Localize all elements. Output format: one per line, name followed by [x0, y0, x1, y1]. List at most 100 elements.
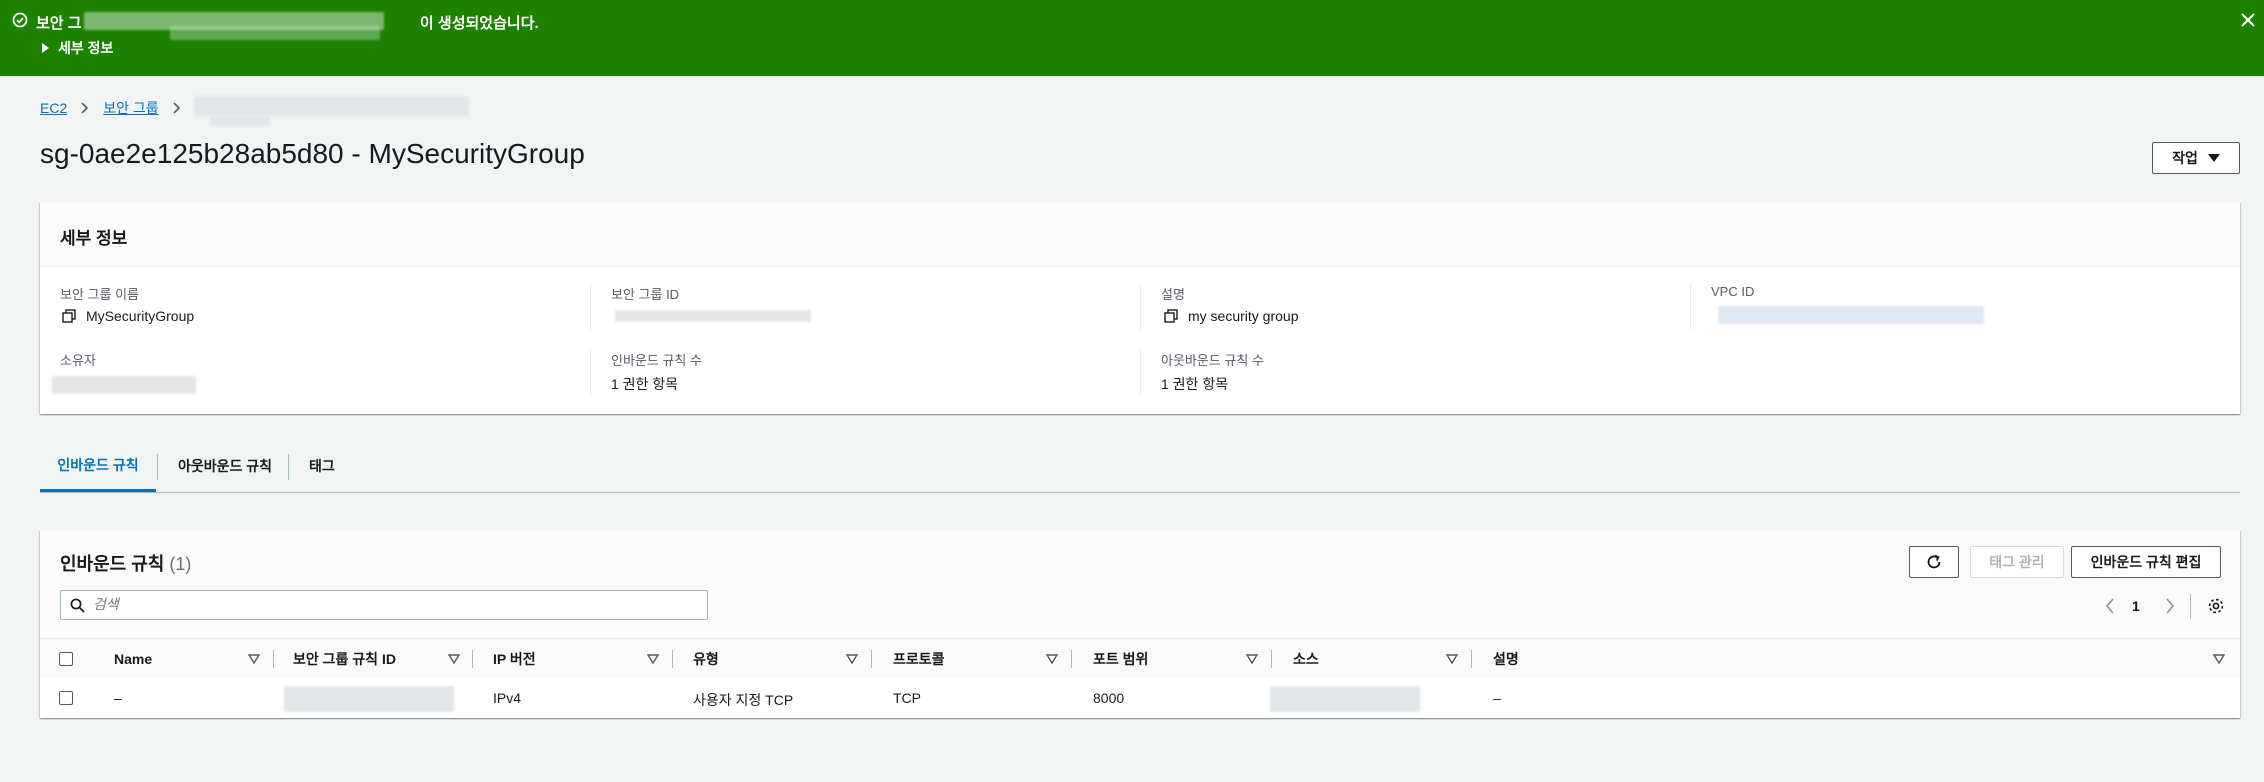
- tab-inbound-rules[interactable]: 인바운드 규칙: [40, 440, 156, 492]
- manage-tags-button[interactable]: 태그 관리: [1970, 546, 2064, 578]
- success-check-icon: [12, 12, 28, 28]
- sg-name-text: MySecurityGroup: [86, 308, 195, 324]
- description-label: 설명: [1161, 287, 1185, 302]
- refresh-button[interactable]: [1909, 546, 1959, 578]
- tab-outbound-rules[interactable]: 아웃바운드 규칙: [178, 440, 272, 492]
- description-value: my security group: [1164, 308, 1298, 324]
- column-header-name[interactable]: Name: [114, 639, 152, 679]
- pager-divider: [2190, 594, 2191, 618]
- details-panel-header: 세부 정보: [40, 202, 2240, 267]
- flash-details-toggle[interactable]: 세부 정보: [40, 38, 113, 58]
- column-separator: [672, 650, 673, 668]
- column-divider: [590, 284, 591, 330]
- flash-message-start: 보안 그: [36, 15, 82, 32]
- inbound-count-value: 1 권한 항목: [611, 376, 679, 392]
- column-separator: [1271, 650, 1272, 668]
- tab-separator: [157, 454, 158, 480]
- column-divider: [590, 350, 591, 396]
- sort-icon[interactable]: [2213, 653, 2225, 665]
- copy-icon[interactable]: [1164, 309, 1178, 323]
- redacted-rule-id: [284, 686, 454, 712]
- caret-down-icon: [2207, 154, 2220, 162]
- outbound-count-value: 1 권한 항목: [1161, 376, 1229, 392]
- search-box[interactable]: [60, 590, 708, 620]
- column-divider: [1690, 284, 1691, 330]
- cell-description: –: [1493, 690, 1501, 706]
- page-number[interactable]: 1: [2132, 598, 2140, 614]
- details-panel: 세부 정보 보안 그룹 이름 MySecurityGroup 보안 그룹 ID …: [40, 202, 2240, 414]
- sort-icon[interactable]: [1246, 653, 1258, 665]
- redacted-sg-id: [615, 310, 811, 322]
- success-flash-banner: 보안 그 이 생성되었습니다. 세부 정보: [0, 0, 2264, 76]
- next-page-icon[interactable]: [2165, 598, 2175, 614]
- actions-dropdown-button[interactable]: 작업: [2152, 142, 2240, 174]
- redacted-owner: [52, 376, 196, 394]
- sort-icon[interactable]: [846, 653, 858, 665]
- copy-icon[interactable]: [62, 309, 76, 323]
- breadcrumb-security-groups[interactable]: 보안 그룹: [103, 98, 158, 118]
- outbound-count-label: 아웃바운드 규칙 수: [1161, 353, 1264, 368]
- previous-page-icon[interactable]: [2105, 598, 2115, 614]
- redacted-text: [170, 26, 380, 40]
- flash-message-end: 이 생성되었습니다.: [419, 15, 539, 32]
- column-divider: [1140, 284, 1141, 330]
- cell-name: –: [114, 690, 122, 706]
- search-input[interactable]: [91, 595, 695, 613]
- column-header-description[interactable]: 설명: [1493, 639, 1519, 679]
- column-header-rule-id[interactable]: 보안 그룹 규칙 ID: [293, 639, 396, 679]
- cell-protocol: TCP: [893, 690, 921, 706]
- column-header-source[interactable]: 소스: [1293, 639, 1319, 679]
- column-separator: [472, 650, 473, 668]
- vpc-id-label: VPC ID: [1711, 284, 1755, 299]
- column-header-ip-version[interactable]: IP 버전: [493, 639, 536, 679]
- rules-title: 인바운드 규칙 (1): [60, 550, 191, 576]
- sort-icon[interactable]: [1046, 653, 1058, 665]
- column-header-type[interactable]: 유형: [693, 639, 719, 679]
- rules-count: (1): [169, 554, 192, 574]
- flash-details-label: 세부 정보: [58, 40, 114, 56]
- column-separator: [273, 650, 274, 668]
- sg-name-label: 보안 그룹 이름: [60, 287, 139, 302]
- chevron-right-icon: [81, 102, 89, 114]
- breadcrumb-ec2[interactable]: EC2: [40, 100, 67, 116]
- table-header: Name 보안 그룹 규칙 ID IP 버전 유형 프로토콜 포트 범위 소스 …: [40, 638, 2240, 680]
- tab-separator: [288, 454, 289, 480]
- description-text: my security group: [1188, 308, 1299, 324]
- column-separator: [1071, 650, 1072, 668]
- redacted-breadcrumb: [194, 96, 469, 116]
- rules-title-text: 인바운드 규칙: [60, 554, 165, 574]
- breadcrumb: EC2 보안 그룹: [40, 98, 181, 118]
- select-all-checkbox[interactable]: [59, 652, 73, 666]
- redacted-vpc-id: [1718, 306, 1984, 324]
- sort-icon[interactable]: [448, 653, 460, 665]
- search-icon: [70, 598, 85, 613]
- tab-tags[interactable]: 태그: [309, 440, 335, 492]
- page-title: sg-0ae2e125b28ab5d80 - MySecurityGroup: [40, 138, 585, 169]
- redacted-breadcrumb: [210, 116, 270, 126]
- inbound-count-label: 인바운드 규칙 수: [611, 353, 702, 368]
- close-icon[interactable]: [2240, 12, 2256, 28]
- cell-type: 사용자 지정 TCP: [693, 692, 794, 708]
- cell-port-range: 8000: [1093, 690, 1125, 706]
- row-checkbox[interactable]: [59, 691, 73, 705]
- sort-icon[interactable]: [248, 653, 260, 665]
- cell-ip-version: IPv4: [493, 690, 522, 706]
- sort-icon[interactable]: [1446, 653, 1458, 665]
- owner-label: 소유자: [60, 353, 96, 368]
- sg-id-label: 보안 그룹 ID: [611, 287, 680, 302]
- details-header: 세부 정보: [60, 229, 128, 248]
- gear-icon[interactable]: [2207, 597, 2225, 615]
- actions-label: 작업: [2172, 150, 2198, 166]
- column-separator: [871, 650, 872, 668]
- edit-inbound-rules-button[interactable]: 인바운드 규칙 편집: [2071, 546, 2221, 578]
- column-header-protocol[interactable]: 프로토콜: [893, 639, 945, 679]
- chevron-right-icon: [173, 102, 180, 114]
- refresh-icon: [1927, 554, 1941, 569]
- caret-right-icon: [42, 43, 49, 53]
- column-header-port-range[interactable]: 포트 범위: [1093, 639, 1148, 679]
- sg-name-value: MySecurityGroup: [62, 308, 194, 324]
- redacted-source: [1270, 686, 1420, 712]
- inbound-rules-panel: 인바운드 규칙 (1) 태그 관리 인바운드 규칙 편집 1 Name 보안 그…: [40, 530, 2240, 718]
- table-row[interactable]: – IPv4 사용자 지정 TCP TCP 8000 –: [40, 678, 2240, 718]
- sort-icon[interactable]: [647, 653, 659, 665]
